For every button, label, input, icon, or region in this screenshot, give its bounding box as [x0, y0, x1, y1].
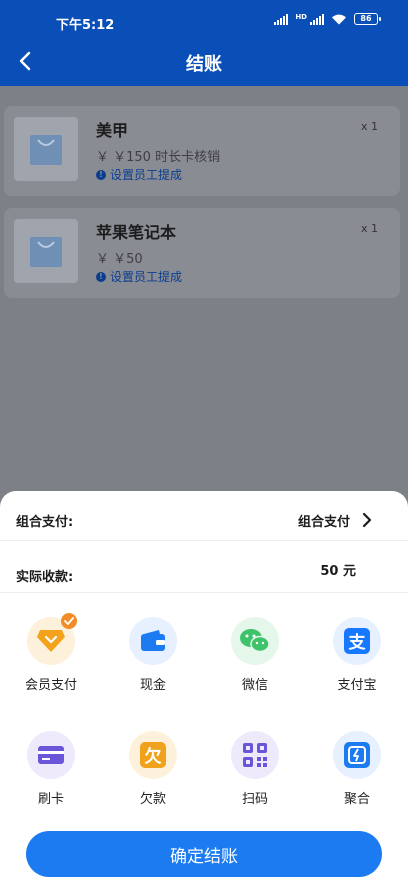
wallet-icon [129, 617, 177, 665]
item-quantity: x 1 [360, 120, 378, 133]
item-price: ￥ ￥50 [96, 252, 143, 267]
payment-method-debt[interactable]: 欠 欠款 [113, 731, 193, 811]
wifi-icon [332, 14, 346, 25]
cellular-signal-2-icon [310, 13, 324, 25]
cellular-signal-icon [274, 13, 289, 25]
combo-payment-label: 组合支付: [16, 515, 74, 530]
actual-receipt-label: 实际收款: [16, 570, 74, 585]
payment-method-card[interactable]: 刷卡 [11, 731, 91, 811]
order-item[interactable]: 苹果笔记本 ￥ ￥50 ! 设置员工提成 x 1 [4, 208, 400, 298]
alipay-icon: 支 [333, 617, 381, 665]
payment-method-label: 现金 [139, 678, 166, 693]
set-staff-commission-link[interactable]: ! 设置员工提成 [96, 166, 182, 183]
order-item[interactable]: 美甲 ￥ ￥150 时长卡核销 ! 设置员工提成 x 1 [4, 106, 400, 196]
svg-text:支: 支 [349, 632, 367, 653]
payment-method-label: 支付宝 [337, 678, 377, 693]
info-icon: ! [96, 169, 106, 180]
payment-sheet: 组合支付: 组合支付 实际收款: 50 元 会员支付 现金 微信 支 支付宝 刷… [0, 491, 408, 883]
item-quantity: x 1 [360, 222, 378, 235]
set-staff-commission-label: 设置员工提成 [110, 270, 183, 284]
battery-icon: 86 [354, 13, 381, 25]
svg-text:欠: 欠 [145, 746, 162, 767]
product-thumbnail [14, 117, 78, 181]
item-price: ￥ ￥150 时长卡核销 [96, 150, 221, 165]
payment-method-wechat[interactable]: 微信 [215, 617, 295, 697]
payment-method-label: 聚合 [343, 792, 370, 807]
status-icons: HD 86 [274, 13, 381, 25]
product-thumbnail [14, 219, 78, 283]
payment-method-alipay[interactable]: 支 支付宝 [317, 617, 397, 697]
wechat-icon [231, 617, 279, 665]
combo-payment-row[interactable]: 组合支付: 组合支付 [0, 491, 408, 541]
payment-method-label: 刷卡 [37, 792, 64, 807]
confirm-checkout-button[interactable]: 确定结账 [26, 831, 382, 877]
aggregate-pay-icon [333, 731, 381, 779]
actual-receipt-value: 50 元 [320, 564, 356, 579]
payment-method-aggregate[interactable]: 聚合 [317, 731, 397, 811]
combo-payment-value: 组合支付 [297, 515, 350, 530]
actual-receipt-row: 实际收款: 50 元 [0, 543, 408, 593]
info-icon: ! [96, 271, 106, 282]
payment-method-label: 会员支付 [24, 678, 77, 693]
page-title: 结账 [186, 54, 222, 75]
card-icon [27, 731, 75, 779]
debt-icon: 欠 [129, 731, 177, 779]
payment-method-label: 欠款 [139, 792, 166, 807]
payment-method-label: 扫码 [241, 792, 268, 807]
set-staff-commission-link[interactable]: ! 设置员工提成 [96, 268, 182, 285]
payment-method-cash[interactable]: 现金 [113, 617, 193, 697]
item-name: 苹果笔记本 [96, 223, 177, 242]
shopping-bag-icon [30, 135, 62, 165]
chevron-right-icon [362, 512, 372, 528]
qr-code-icon [231, 731, 279, 779]
payment-method-qr[interactable]: 扫码 [215, 731, 295, 811]
set-staff-commission-label: 设置员工提成 [110, 168, 183, 182]
status-time: 下午5:12 [56, 18, 115, 33]
payment-method-member[interactable]: 会员支付 [11, 613, 91, 697]
payment-method-label: 微信 [241, 678, 268, 693]
app-header: 结账 [0, 36, 408, 86]
hd-icon: HD [295, 13, 307, 21]
selected-check-icon [61, 613, 77, 629]
shopping-bag-icon [30, 237, 62, 267]
item-name: 美甲 [96, 121, 129, 140]
status-bar: 下午5:12 HD 86 [0, 0, 408, 36]
